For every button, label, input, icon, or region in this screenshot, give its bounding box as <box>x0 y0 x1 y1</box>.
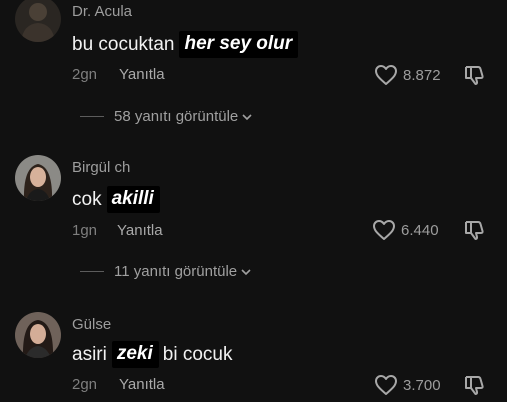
thumbs-down-outline-icon <box>465 66 484 85</box>
dislike-button[interactable] <box>463 373 487 402</box>
comment-item: Gülse asiri zeki bi cocuk 2gn Yanıtla 3.… <box>0 306 507 396</box>
reply-button[interactable]: Yanıtla <box>119 376 165 393</box>
comment-age: 1gn <box>72 222 98 239</box>
avatar[interactable] <box>15 312 61 358</box>
view-replies-button[interactable]: 58 yanıtı görüntüle <box>80 108 253 125</box>
comment-username[interactable]: Gülse <box>72 316 111 333</box>
reply-button[interactable]: Yanıtla <box>117 222 163 239</box>
like-count: 6.440 <box>401 221 439 239</box>
comment-highlight: her sey olur <box>179 31 299 58</box>
comment-text-before: cok <box>72 188 102 210</box>
view-replies-label: 11 yanıtı görüntüle <box>114 263 238 280</box>
comment-item: Dr. Acula bu cocuktan her sey olur 2gn Y… <box>0 0 507 140</box>
thumbs-down-outline-icon <box>465 376 484 395</box>
comment-age: 2gn <box>72 376 98 393</box>
chevron-down-icon <box>241 268 251 275</box>
like-button[interactable]: 8.872 <box>374 64 441 86</box>
replies-divider <box>80 271 104 272</box>
comment-age: 2gn <box>72 66 98 83</box>
heart-outline-icon <box>375 65 397 85</box>
comment-text: asiri zeki bi cocuk <box>72 341 232 368</box>
avatar[interactable] <box>15 155 61 201</box>
thumbs-down-outline-icon <box>465 221 484 240</box>
like-button[interactable]: 3.700 <box>374 374 441 396</box>
replies-divider <box>80 116 104 117</box>
view-replies-button[interactable]: 11 yanıtı görüntüle <box>80 263 252 280</box>
like-count: 8.872 <box>403 66 441 84</box>
heart-outline-icon <box>373 220 395 240</box>
heart-outline-icon <box>375 375 397 395</box>
dislike-button[interactable] <box>463 63 487 92</box>
like-button[interactable]: 6.440 <box>372 219 439 241</box>
comment-text-after: bi cocuk <box>162 343 233 365</box>
view-replies-label: 58 yanıtı görüntüle <box>114 108 239 125</box>
like-count: 3.700 <box>403 376 441 394</box>
comment-text: cok akilli <box>72 186 164 213</box>
comment-highlight: zeki <box>111 341 159 368</box>
comment-text: bu cocuktan her sey olur <box>72 31 302 58</box>
dislike-button[interactable] <box>463 218 487 247</box>
comment-highlight: akilli <box>106 186 160 213</box>
comment-item: Birgül ch cok akilli 1gn Yanıtla 6.440 1… <box>0 150 507 290</box>
comment-text-before: bu cocuktan <box>72 33 175 55</box>
avatar[interactable] <box>15 0 61 42</box>
comment-username[interactable]: Birgül ch <box>72 159 130 176</box>
chevron-down-icon <box>242 113 252 120</box>
comment-username[interactable]: Dr. Acula <box>72 3 132 20</box>
comment-text-before: asiri <box>72 343 107 365</box>
reply-button[interactable]: Yanıtla <box>119 66 165 83</box>
